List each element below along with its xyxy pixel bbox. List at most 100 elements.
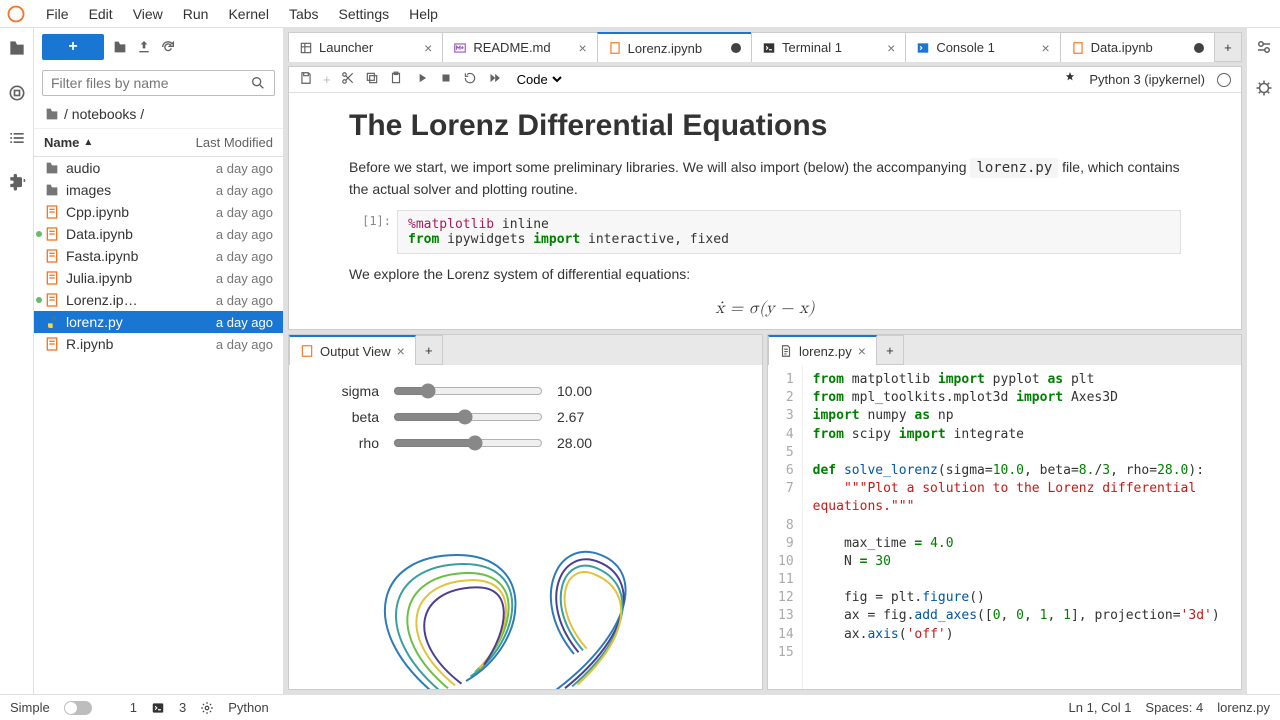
status-cursor[interactable]: Ln 1, Col 1 — [1069, 700, 1132, 715]
status-kernels-count[interactable]: 3 — [179, 700, 186, 715]
restart-icon[interactable] — [463, 71, 477, 88]
status-filename[interactable]: lorenz.py — [1217, 700, 1270, 715]
extensions-icon[interactable] — [7, 173, 27, 196]
copy-icon[interactable] — [365, 71, 379, 88]
notebook-panel: + Code Python 3 (ipykernel) The — [288, 66, 1242, 330]
tab-lorenz-ipynb[interactable]: Lorenz.ipynb — [597, 32, 752, 62]
simple-mode-toggle[interactable] — [64, 701, 92, 715]
celltype-select[interactable]: Code — [513, 71, 565, 88]
column-name-header[interactable]: Name ▲ — [44, 135, 196, 150]
insert-cell-icon[interactable]: + — [323, 72, 331, 87]
mode-label: Simple — [10, 700, 50, 715]
file-editor-panel: lorenz.py × + 1234567 89101112131415 fro… — [767, 334, 1242, 690]
intro-paragraph: Before we start, we import some prelimin… — [349, 157, 1181, 200]
file-row[interactable]: lorenz.pya day ago — [34, 311, 283, 333]
file-row[interactable]: Julia.ipynba day ago — [34, 267, 283, 289]
file-name: Julia.ipynb — [66, 270, 216, 286]
close-icon[interactable]: × — [397, 343, 405, 359]
bottom-split: Output View × + sigma 10.00 beta — [288, 334, 1242, 690]
slider-sigma-input[interactable] — [393, 383, 543, 399]
status-spaces[interactable]: Spaces: 4 — [1145, 700, 1203, 715]
slider-rho-input[interactable] — [393, 435, 543, 451]
running-dot-icon — [36, 297, 42, 303]
file-modified: a day ago — [216, 315, 273, 330]
filter-files[interactable] — [42, 70, 275, 96]
tab-console-1[interactable]: Console 1 × — [905, 32, 1060, 62]
main-area: + / notebooks / Name ▲ Last Modified aud… — [0, 28, 1280, 694]
file-modified: a day ago — [216, 161, 273, 176]
stop-icon[interactable] — [439, 71, 453, 88]
column-modified-header[interactable]: Last Modified — [196, 135, 273, 150]
tab-output-view[interactable]: Output View × — [289, 335, 416, 365]
menu-item-help[interactable]: Help — [399, 2, 448, 26]
dock-panel: Launcher × README.md × Lorenz.ipynbTerminal … — [284, 28, 1246, 694]
menu-item-tabs[interactable]: Tabs — [279, 2, 329, 26]
menu-item-settings[interactable]: Settings — [329, 2, 400, 26]
close-icon[interactable]: × — [578, 40, 586, 56]
menu-item-file[interactable]: File — [36, 2, 79, 26]
filter-input[interactable] — [51, 75, 250, 91]
file-row[interactable]: Lorenz.ip…a day ago — [34, 289, 283, 311]
new-folder-icon[interactable] — [112, 39, 128, 55]
breadcrumb[interactable]: / notebooks / — [34, 100, 283, 129]
kernel-name[interactable]: Python 3 (ipykernel) — [1089, 72, 1205, 87]
tab-launcher[interactable]: Launcher × — [288, 32, 443, 62]
status-terminals-count[interactable]: 1 — [130, 700, 137, 715]
save-icon[interactable] — [299, 71, 313, 88]
slider-rho: rho 28.00 — [319, 435, 732, 451]
close-icon[interactable]: × — [1041, 40, 1049, 56]
file-row[interactable]: Fasta.ipynba day ago — [34, 245, 283, 267]
upload-icon[interactable] — [136, 39, 152, 55]
file-row[interactable]: Cpp.ipynba day ago — [34, 201, 283, 223]
tab-data-ipynb[interactable]: Data.ipynb — [1060, 32, 1215, 62]
file-row[interactable]: audioa day ago — [34, 157, 283, 179]
property-inspector-icon[interactable] — [1255, 38, 1273, 59]
menu-item-kernel[interactable]: Kernel — [218, 2, 278, 26]
refresh-icon[interactable] — [160, 39, 176, 55]
tab-label: Launcher — [319, 40, 418, 55]
text-editor[interactable]: 1234567 89101112131415 from matplotlib i… — [768, 365, 1241, 689]
file-row[interactable]: Data.ipynba day ago — [34, 223, 283, 245]
run-all-icon[interactable] — [487, 71, 501, 88]
menu-item-view[interactable]: View — [123, 2, 173, 26]
close-icon[interactable]: × — [858, 343, 866, 359]
menu-item-edit[interactable]: Edit — [79, 2, 123, 26]
cell-code[interactable]: %matplotlib inline from ipywidgets impor… — [397, 210, 1181, 254]
run-icon[interactable] — [415, 71, 429, 88]
running-icon[interactable] — [7, 83, 27, 106]
tab-lorenz-py[interactable]: lorenz.py × — [768, 335, 877, 365]
tab-readme-md[interactable]: README.md × — [442, 32, 597, 62]
new-launcher-button[interactable]: + — [42, 34, 104, 60]
paste-icon[interactable] — [389, 71, 403, 88]
tab-label: Console 1 — [936, 40, 1035, 55]
cut-icon[interactable] — [341, 71, 355, 88]
output-view-panel: Output View × + sigma 10.00 beta — [288, 334, 763, 690]
right-activity-bar — [1246, 28, 1280, 694]
code-cell-1[interactable]: [1]: %matplotlib inline from ipywidgets … — [349, 210, 1181, 254]
slider-beta-input[interactable] — [393, 409, 543, 425]
tab-label: README.md — [473, 40, 572, 55]
status-lang[interactable]: Python — [228, 700, 268, 715]
left-activity-bar — [0, 28, 34, 694]
notebook-title: The Lorenz Differential Equations — [349, 109, 1181, 143]
menu-item-run[interactable]: Run — [173, 2, 219, 26]
kernel-indicator-icon[interactable] — [1063, 71, 1077, 88]
breadcrumb-path[interactable]: / notebooks / — [64, 106, 144, 122]
add-tab-button[interactable]: + — [1214, 32, 1242, 62]
file-name: Lorenz.ip… — [66, 292, 216, 308]
jupyter-logo-icon — [6, 4, 26, 24]
file-row[interactable]: R.ipynba day ago — [34, 333, 283, 355]
tab-terminal-1[interactable]: Terminal 1× — [751, 32, 906, 62]
debugger-icon[interactable] — [1255, 79, 1273, 100]
close-icon[interactable]: × — [424, 40, 432, 56]
file-list: audioa day agoimagesa day agoCpp.ipynba … — [34, 157, 283, 694]
close-icon[interactable]: × — [887, 40, 895, 56]
add-tab-button[interactable]: + — [876, 335, 904, 365]
file-browser-icon[interactable] — [7, 38, 27, 61]
file-name: R.ipynb — [66, 336, 216, 352]
add-tab-button[interactable]: + — [415, 335, 443, 365]
toc-icon[interactable] — [7, 128, 27, 151]
file-modified: a day ago — [216, 249, 273, 264]
file-row[interactable]: imagesa day ago — [34, 179, 283, 201]
para-2: We explore the Lorenz system of differen… — [349, 264, 1181, 285]
